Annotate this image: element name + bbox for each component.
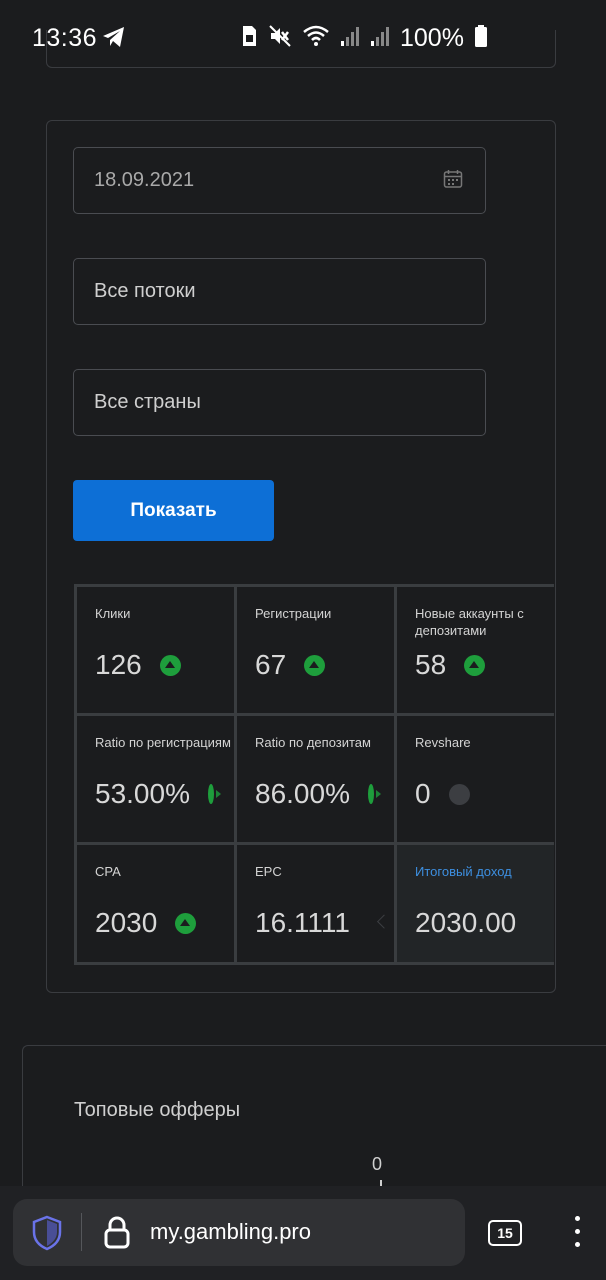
shield-icon[interactable] bbox=[31, 1215, 63, 1256]
stat-value: 67 bbox=[255, 649, 287, 680]
stat-revshare: Revshare 0 bbox=[397, 716, 554, 842]
trend-up-icon bbox=[175, 912, 197, 934]
show-button[interactable]: Показать bbox=[73, 480, 274, 541]
url-text[interactable]: my.gambling.pro bbox=[150, 1219, 311, 1245]
address-bar[interactable]: my.gambling.pro bbox=[13, 1199, 465, 1266]
stat-value: 2030.00 bbox=[415, 907, 517, 938]
browser-bar: my.gambling.pro 15 bbox=[0, 1186, 606, 1280]
countries-select-value: Все страны bbox=[94, 391, 201, 413]
stat-clicks: Клики 126 bbox=[77, 587, 234, 713]
stats-grid: Клики 126 Регистрации 67 Новые аккаунты … bbox=[74, 584, 554, 965]
stat-value: 86.00% bbox=[255, 778, 350, 809]
trend-arrow-icon bbox=[376, 914, 392, 929]
tabs-button[interactable]: 15 bbox=[488, 1220, 522, 1246]
stat-epc: EPC 16.1111 bbox=[237, 845, 394, 962]
address-divider bbox=[81, 1213, 82, 1251]
top-offers-title: Топовые офферы bbox=[74, 1099, 241, 1121]
chart-axis-label: 0 bbox=[372, 1154, 383, 1174]
date-input[interactable]: 18.09.2021 bbox=[73, 147, 486, 214]
trend-up-icon bbox=[159, 654, 181, 676]
stat-value: 0 bbox=[415, 778, 431, 809]
stat-label: Итоговый доход bbox=[415, 864, 512, 879]
trend-up-icon bbox=[207, 784, 221, 804]
page: 13:36 100% 18.09.2021 Все потоки Все стр… bbox=[0, 0, 606, 1280]
date-input-value: 18.09.2021 bbox=[94, 169, 195, 191]
trend-up-icon bbox=[367, 784, 381, 804]
calendar-icon[interactable] bbox=[443, 169, 463, 195]
stat-deposit-ratio: Ratio по депозитам 86.00% bbox=[237, 716, 394, 842]
stat-value: 58 bbox=[415, 649, 447, 680]
menu-icon[interactable] bbox=[570, 1216, 584, 1250]
flows-select[interactable]: Все потоки bbox=[73, 258, 486, 325]
stat-cpa: CPA 2030 bbox=[77, 845, 234, 962]
stat-value: 16.1111 bbox=[255, 907, 350, 938]
stat-new-deposit-accounts: Новые аккаунты с депозитами 58 bbox=[397, 587, 554, 713]
stat-label: EPC bbox=[255, 864, 282, 879]
stat-label: Revshare bbox=[415, 735, 471, 750]
stat-value: 2030 bbox=[95, 907, 158, 938]
stat-registration-ratio: Ratio по регистрациям 53.00% bbox=[77, 716, 234, 842]
stat-label: Ratio по депозитам bbox=[255, 735, 371, 750]
previous-card-edge bbox=[46, 30, 556, 68]
stat-registrations: Регистрации 67 bbox=[237, 587, 394, 713]
stat-value: 53.00% bbox=[95, 778, 190, 809]
lock-icon[interactable] bbox=[103, 1216, 131, 1255]
stat-value: 126 bbox=[95, 649, 142, 680]
trend-up-icon bbox=[464, 654, 486, 676]
stat-label: Ratio по регистрациям bbox=[95, 735, 231, 750]
flows-select-value: Все потоки bbox=[94, 280, 196, 302]
stat-total-income: Итоговый доход 2030.00 bbox=[397, 845, 554, 962]
trend-up-icon bbox=[304, 654, 326, 676]
countries-select[interactable]: Все страны bbox=[73, 369, 486, 436]
stat-label: Регистрации bbox=[255, 606, 332, 621]
stat-label: CPA bbox=[95, 864, 121, 879]
stat-label: Клики bbox=[95, 606, 131, 621]
trend-flat-icon bbox=[448, 783, 470, 805]
stat-label: Новые аккаунты с депозитами bbox=[415, 606, 524, 638]
